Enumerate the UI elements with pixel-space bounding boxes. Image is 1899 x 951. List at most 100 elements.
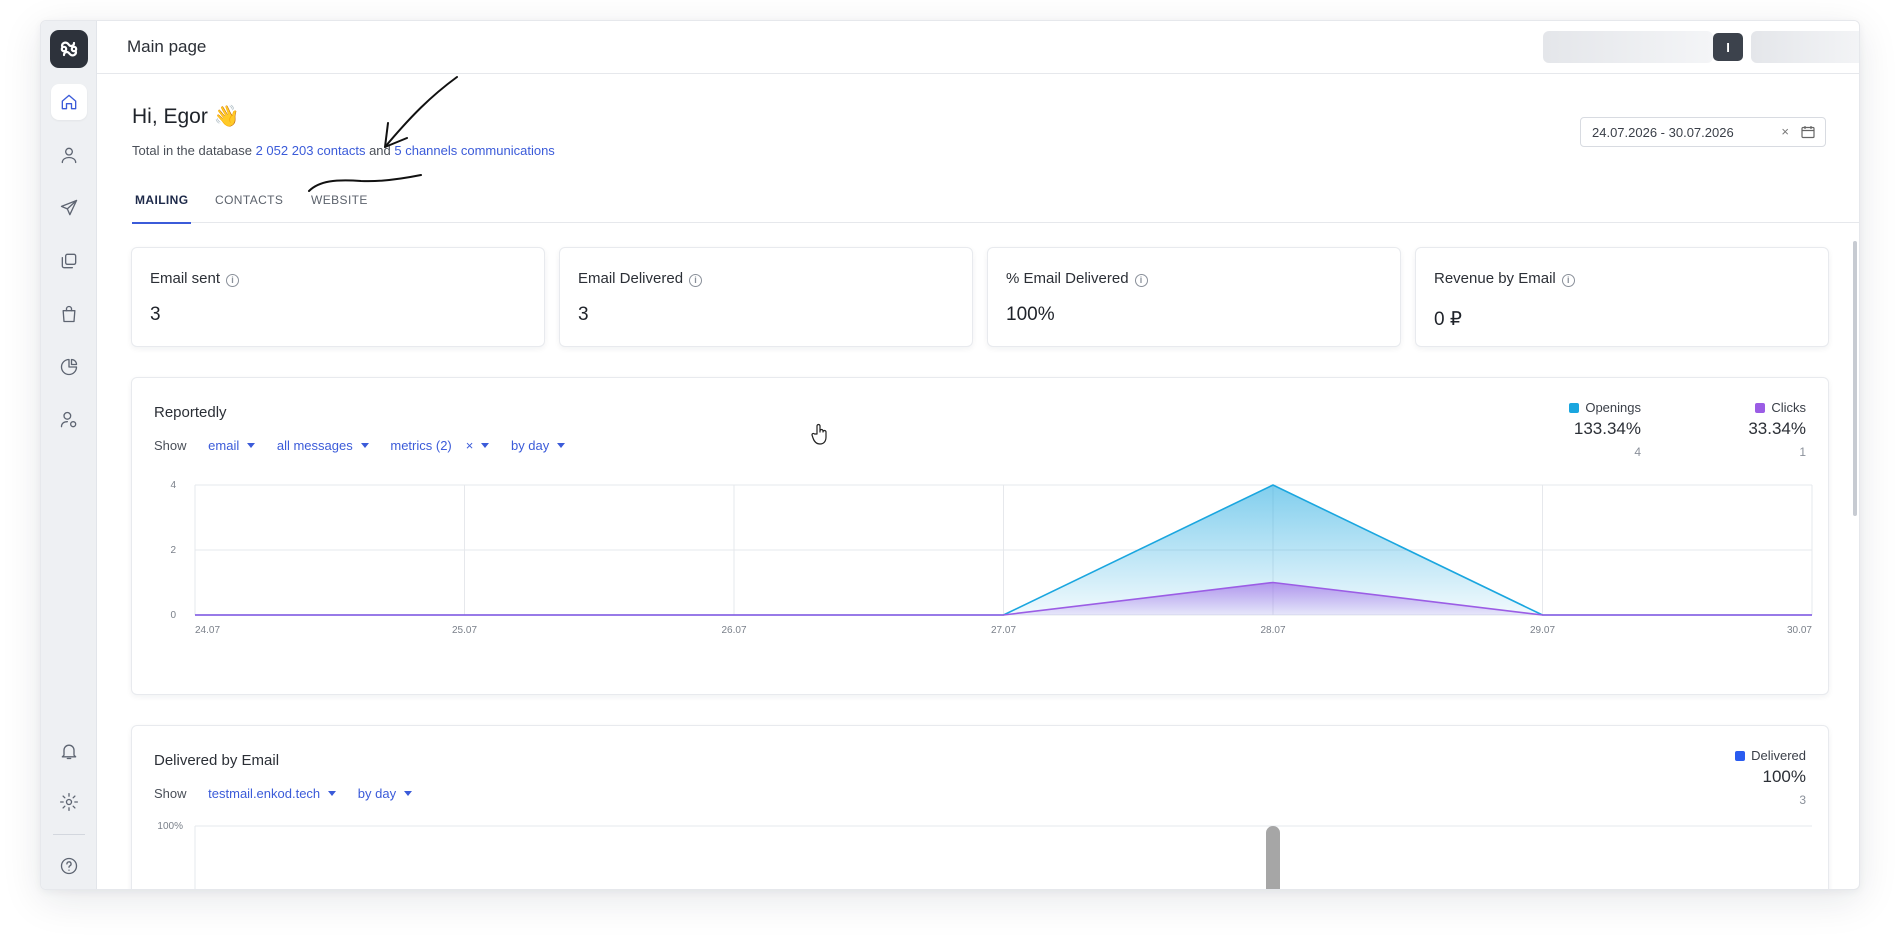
hand-cursor-icon <box>811 423 827 445</box>
period-dropdown[interactable]: by day <box>510 438 566 453</box>
stat-value: 100% <box>1006 304 1055 325</box>
stat-label: Revenue by Email <box>1434 270 1556 287</box>
info-icon[interactable]: i <box>1561 274 1575 287</box>
legend-percent: 100% <box>1762 767 1806 786</box>
scrollbar[interactable] <box>1853 241 1857 516</box>
sidebar-item-templates[interactable] <box>51 243 87 279</box>
delivered-card: Delivered by Email Show testmail.enkod.t… <box>131 725 1830 890</box>
stat-value: 0 ₽ <box>1434 309 1462 330</box>
send-icon <box>60 199 78 216</box>
sidebar-item-notifications[interactable] <box>51 733 87 769</box>
sidebar-item-users[interactable] <box>51 402 87 438</box>
filter-row: Show email all messages metrics (2) × by … <box>154 438 566 453</box>
bar-28.07 <box>1266 826 1280 889</box>
legend-name: Openings <box>1585 400 1641 415</box>
info-icon[interactable]: i <box>1134 274 1148 287</box>
logo-icon <box>60 41 78 57</box>
legend-swatch <box>1735 751 1746 761</box>
legend-count: 1 <box>1799 445 1806 459</box>
sidebar-divider <box>53 834 85 835</box>
chevron-down-icon <box>360 443 369 448</box>
bag-icon <box>62 305 76 323</box>
messages-dropdown[interactable]: all messages <box>277 438 369 453</box>
filter-row: Show testmail.enkod.tech by day <box>154 786 413 801</box>
bell-icon <box>61 744 77 760</box>
page-title: Main page <box>127 37 207 56</box>
tab-bar: MAILING CONTACTS WEBSITE <box>132 193 1859 224</box>
sidebar-item-help[interactable] <box>51 848 87 884</box>
section-title: Delivered by Email <box>154 752 280 769</box>
user-icon <box>61 147 77 164</box>
reportedly-card: Reportedly Show email all messages metri… <box>131 377 1829 695</box>
show-label: Show <box>154 438 187 453</box>
stat-label: Email sent <box>150 270 221 287</box>
legend-count: 4 <box>1634 445 1641 459</box>
y-tick-label: 2 <box>170 545 176 556</box>
y-tick-label: 100% <box>157 821 183 832</box>
y-tick-label: 0 <box>170 610 176 621</box>
metrics-dropdown[interactable]: metrics (2) × <box>390 438 490 453</box>
delivered-chart[interactable]: 100% <box>132 818 1830 890</box>
app-window: Main page I Hi, Egor 👋 Total in the data… <box>40 20 1860 890</box>
copy-icon <box>61 253 77 269</box>
tab-website[interactable]: WEBSITE <box>308 193 371 222</box>
sidebar-item-contacts[interactable] <box>51 137 87 173</box>
date-clear-icon[interactable]: × <box>1781 124 1789 139</box>
sender-dropdown[interactable]: testmail.enkod.tech <box>208 786 337 801</box>
clear-metrics-icon[interactable]: × <box>466 438 474 453</box>
legend-name: Clicks <box>1771 400 1806 415</box>
home-icon <box>61 94 77 110</box>
summary-prefix: Total in the database <box>132 143 256 158</box>
topbar-placeholder-left <box>1543 31 1713 63</box>
reportedly-chart[interactable]: 0 2 4 24.07 25.07 26.07 27.07 28.07 29.07 30.07 <box>132 468 1830 668</box>
sidebar-item-settings[interactable] <box>51 784 87 820</box>
app-logo[interactable] <box>50 30 88 68</box>
chevron-down-icon <box>557 443 566 448</box>
legend-count: 3 <box>1799 793 1806 807</box>
legend-label: Clicks <box>1748 400 1806 415</box>
sidebar-item-shop[interactable] <box>51 296 87 332</box>
tab-contacts[interactable]: CONTACTS <box>212 193 286 222</box>
info-icon[interactable]: i <box>226 274 240 287</box>
x-tick-label: 27.07 <box>991 625 1016 636</box>
stat-value: 3 <box>150 304 161 325</box>
channel-dropdown[interactable]: email <box>208 438 256 453</box>
stat-title: Revenue by Email i <box>1434 270 1575 287</box>
dropdown-value: by day <box>357 786 397 801</box>
dropdown-value: email <box>208 438 240 453</box>
stat-card-revenue: Revenue by Email i 0 ₽ <box>1415 247 1829 347</box>
user-avatar[interactable]: I <box>1713 33 1743 61</box>
x-tick-label: 25.07 <box>452 625 477 636</box>
legend-openings[interactable]: Openings 133.34% 4 <box>1569 400 1641 459</box>
chevron-down-icon <box>247 443 256 448</box>
chevron-down-icon <box>328 791 337 796</box>
sidebar-item-mailings[interactable] <box>51 190 87 226</box>
x-tick-label: 26.07 <box>721 625 746 636</box>
tab-mailing[interactable]: MAILING <box>132 193 192 224</box>
dropdown-value: by day <box>510 438 550 453</box>
pie-chart-icon <box>60 358 78 376</box>
legend-delivered[interactable]: Delivered 100% 3 <box>1735 748 1806 807</box>
x-tick-label: 30.07 <box>1787 625 1812 636</box>
period-dropdown[interactable]: by day <box>357 786 413 801</box>
x-tick-label: 24.07 <box>195 625 220 636</box>
stat-title: Email Delivered i <box>578 270 703 287</box>
legend-label: Delivered <box>1735 748 1806 763</box>
stat-title: % Email Delivered i <box>1006 270 1148 287</box>
calendar-icon[interactable] <box>1801 125 1815 139</box>
stat-card-email-delivered: Email Delivered i 3 <box>559 247 973 347</box>
legend-percent: 33.34% <box>1748 419 1806 438</box>
stat-card-email-delivered-pct: % Email Delivered i 100% <box>987 247 1401 347</box>
date-range-input[interactable]: 24.07.2026 - 30.07.2026 × <box>1580 117 1826 147</box>
gear-icon <box>60 793 79 811</box>
sidebar-item-analytics[interactable] <box>51 349 87 385</box>
dropdown-value: testmail.enkod.tech <box>208 786 321 801</box>
show-label: Show <box>154 786 187 801</box>
chevron-down-icon <box>404 791 413 796</box>
sidebar-item-home[interactable] <box>51 84 87 120</box>
stat-value: 3 <box>578 304 589 325</box>
legend-swatch <box>1569 403 1580 413</box>
legend-clicks[interactable]: Clicks 33.34% 1 <box>1748 400 1806 459</box>
sidebar <box>41 21 97 889</box>
info-icon[interactable]: i <box>689 274 703 287</box>
